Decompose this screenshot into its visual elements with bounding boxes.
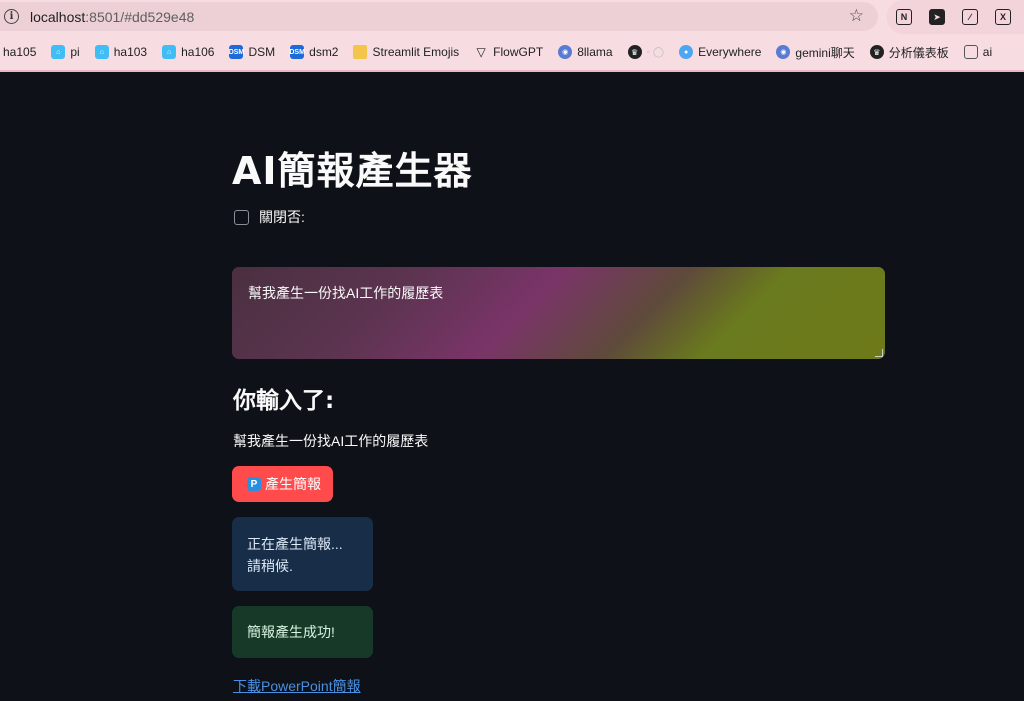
app-main: AI簡報產生器 關閉否: 幫我產生一份找AI工作的履歷表 你輸入了: 幫我產生一…: [0, 72, 1024, 701]
generate-presentation-button[interactable]: P 產生簡報: [232, 466, 333, 502]
robot-icon: ◉: [776, 45, 791, 59]
textarea-value: 幫我產生一份找AI工作的履歷表: [248, 285, 444, 301]
bookmark-item[interactable]: ◉ gemini聊天: [776, 44, 855, 61]
prompt-textarea[interactable]: 幫我產生一份找AI工作的履歷表: [232, 267, 885, 359]
bookmark-label: DSM: [248, 45, 276, 59]
close-checkbox-row[interactable]: 關閉否:: [234, 207, 305, 227]
bookmark-item[interactable]: DSM DSM: [229, 45, 275, 59]
info-alert: 正在產生簡報... 請稍候.: [232, 517, 373, 591]
bookmark-item[interactable]: ♛ ◦ ◯: [627, 45, 665, 59]
bookmark-item[interactable]: DSM dsm2: [289, 45, 339, 59]
folder-icon: [353, 45, 368, 59]
download-pptx-link[interactable]: 下載PowerPoint簡報: [233, 676, 361, 696]
bookmark-label: 8llama: [577, 45, 613, 59]
home-assistant-icon: ⌂: [162, 45, 177, 59]
resize-handle-icon[interactable]: [875, 349, 883, 357]
bookmark-label: Everywhere: [698, 45, 762, 59]
extensions-area: N ➤ ∕ X: [887, 0, 1024, 34]
site-info-icon[interactable]: i: [4, 9, 19, 24]
bookmark-label: ha106: [181, 45, 215, 59]
faint-emoji-icon: ◦ ◯: [646, 46, 665, 58]
bookmark-item[interactable]: ai: [963, 45, 993, 59]
bookmark-item[interactable]: Streamlit Emojis: [353, 45, 459, 59]
bookmark-label: pi: [70, 45, 80, 59]
edit-extension-icon[interactable]: ∕: [962, 9, 978, 25]
bookmark-label: gemini聊天: [795, 45, 855, 60]
dsm-icon: DSM: [289, 45, 305, 59]
success-text: 簡報產生成功!: [247, 624, 335, 640]
bookmarks-bar: ha105 ⌂ pi ⌂ ha103 ⌂ ha106 DSM DSM DSM dsm2 S…: [0, 34, 1024, 70]
generate-button-label: 產生簡報: [265, 476, 321, 492]
bookmark-item[interactable]: ha105: [3, 45, 36, 59]
notion-extension-icon[interactable]: N: [896, 9, 912, 25]
home-assistant-icon: ⌂: [51, 45, 66, 59]
url-path: :8501/#dd529e48: [85, 8, 195, 25]
url-host: localhost: [30, 8, 86, 25]
dsm-icon: DSM: [229, 45, 244, 59]
close-checkbox[interactable]: [234, 209, 249, 225]
info-line-1: 正在產生簡報...: [247, 536, 343, 552]
excel-extension-icon[interactable]: X: [995, 9, 1011, 25]
bookmark-item[interactable]: ◉ 8llama: [558, 45, 613, 59]
bookmark-item[interactable]: ● Everywhere: [679, 45, 761, 59]
home-assistant-icon: ⌂: [94, 45, 109, 59]
powerpoint-icon: P: [247, 477, 261, 491]
page-title: AI簡報產生器: [232, 149, 473, 193]
url-text[interactable]: localhost:8501/#dd529e48: [30, 9, 194, 25]
bookmark-item[interactable]: ▽ FlowGPT: [474, 45, 544, 59]
crown-icon: ♛: [869, 45, 884, 59]
bookmark-label: Streamlit Emojis: [372, 45, 460, 59]
info-line-2: 請稍候.: [247, 558, 293, 574]
flowgpt-icon: ▽: [476, 45, 486, 59]
bookmark-item[interactable]: ⌂ pi: [51, 45, 80, 59]
bookmark-label: 分析儀表板: [888, 45, 949, 60]
input-echo-heading: 你輸入了:: [233, 388, 335, 414]
bookmark-item[interactable]: ♛ 分析儀表板: [869, 44, 949, 61]
bookmark-label: FlowGPT: [493, 45, 544, 59]
checkbox-label: 關閉否:: [259, 209, 305, 225]
crown-icon: ♛: [627, 45, 642, 59]
bookmark-star-icon[interactable]: ☆: [849, 6, 864, 26]
success-alert: 簡報產生成功!: [232, 606, 373, 658]
bookmark-label: dsm2: [309, 45, 339, 59]
address-row: i localhost:8501/#dd529e48 ☆ N ➤ ∕ X: [0, 0, 1024, 34]
robot-icon: ◉: [558, 45, 573, 59]
bookmark-label: ha103: [113, 45, 148, 59]
bookmark-label: ai: [982, 45, 993, 59]
bookmark-item[interactable]: ⌂ ha106: [162, 45, 214, 59]
address-bar[interactable]: i localhost:8501/#dd529e48 ☆: [0, 2, 878, 31]
telegram-extension-icon[interactable]: ➤: [929, 9, 945, 25]
bookmark-item[interactable]: ⌂ ha103: [94, 45, 148, 59]
input-echo-text: 幫我產生一份找AI工作的履歷表: [233, 433, 429, 449]
browser-chrome: i localhost:8501/#dd529e48 ☆ N ➤ ∕ X ha1…: [0, 0, 1024, 72]
bookmark-label: ha105: [3, 45, 37, 59]
folder-outline-icon: [963, 45, 978, 59]
chat-bubble-icon: ●: [679, 45, 694, 59]
